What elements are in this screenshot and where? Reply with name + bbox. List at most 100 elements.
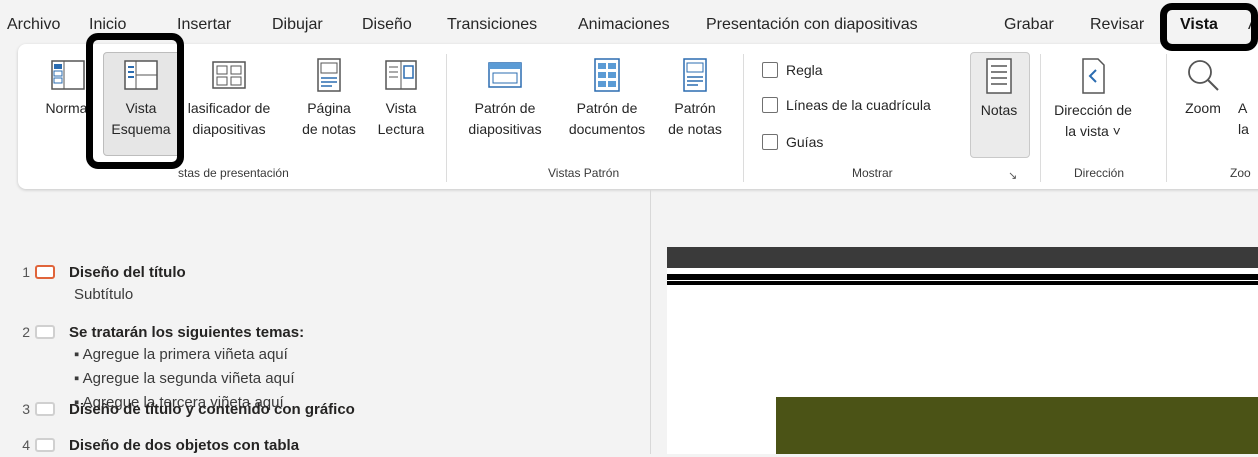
outline-slide-2[interactable]: 2 Se tratarán los siguientes temas: <box>0 320 304 344</box>
vista-esquema-label-2: Esquema <box>111 121 171 137</box>
tab-presentacion[interactable]: Presentación con diapositivas <box>706 16 918 34</box>
patron-notas-button[interactable]: Patrón de notas <box>660 58 730 140</box>
normal-view-button[interactable]: Normal <box>38 58 98 119</box>
zoom-button[interactable]: Zoom <box>1178 58 1228 119</box>
slide-number: 4 <box>22 437 30 453</box>
handout-master-icon <box>594 58 620 92</box>
tab-archivo[interactable]: Archivo <box>7 16 60 34</box>
patron-notas-label-1: Patrón <box>674 100 716 116</box>
notes-page-icon <box>317 58 341 92</box>
direccion-vista-button[interactable]: Dirección de la vista ˅ <box>1048 58 1138 142</box>
checkbox-box[interactable] <box>762 97 778 113</box>
bullet-item[interactable]: ▪ Agregue la segunda viñeta aquí <box>74 370 295 387</box>
tab-diseno[interactable]: Diseño <box>362 16 412 34</box>
tab-inicio[interactable]: Inicio <box>89 16 126 34</box>
outline-view-icon <box>124 60 158 90</box>
slide-subtitle[interactable]: Subtítulo <box>74 286 133 303</box>
slide-header-band <box>667 247 1258 268</box>
vista-lectura-button[interactable]: Vista Lectura <box>368 58 434 140</box>
slide-title[interactable]: Se tratarán los siguientes temas: <box>69 324 304 341</box>
notas-label: Notas <box>980 102 1018 118</box>
slide-thumbnail-icon[interactable] <box>35 265 55 279</box>
regla-checkbox[interactable]: Regla <box>762 62 823 78</box>
clasificador-button[interactable]: lasificador de diapositivas <box>179 58 279 140</box>
group-label-zoom: Zoo <box>1230 166 1251 180</box>
patron-diapositivas-label-1: Patrón de <box>474 100 536 116</box>
lineas-cuadricula-label: Líneas de la cuadrícula <box>786 97 931 113</box>
bullet-item[interactable]: ▪ Agregue la primera viñeta aquí <box>74 346 288 363</box>
group-label-mostrar: Mostrar <box>852 166 893 180</box>
tab-vista[interactable]: Vista <box>1180 16 1218 34</box>
slide-title[interactable]: Diseño de dos objetos con tabla <box>69 437 299 454</box>
clasificador-label-1: lasificador de <box>187 100 271 116</box>
reading-view-icon <box>385 60 417 90</box>
bullet-text: Agregue la segunda viñeta aquí <box>82 370 295 387</box>
slide-thumbnail-icon[interactable] <box>35 402 55 416</box>
ajustar-ventana-label-2: la <box>1238 121 1249 137</box>
slide-thumbnail-icon[interactable] <box>35 438 55 452</box>
group-separator <box>743 54 744 182</box>
outline-slide-4[interactable]: 4 Diseño de dos objetos con tabla <box>0 433 299 457</box>
slide-rule <box>667 281 1258 285</box>
notes-master-icon <box>683 58 707 92</box>
ribbon-panel: Normal Vista Esquema lasificador de diap… <box>18 44 1258 189</box>
normal-view-label: Normal <box>45 100 91 116</box>
group-separator <box>1040 54 1041 182</box>
regla-label: Regla <box>786 62 823 78</box>
guias-checkbox[interactable]: Guías <box>762 134 823 150</box>
tab-revisar[interactable]: Revisar <box>1090 16 1144 34</box>
patron-diapositivas-button[interactable]: Patrón de diapositivas <box>460 58 550 140</box>
bullet-text: Agregue la primera viñeta aquí <box>82 346 288 363</box>
ajustar-ventana-label-1: A <box>1238 100 1248 116</box>
patron-documentos-button[interactable]: Patrón de documentos <box>558 58 656 140</box>
ribbon-tabs: Archivo Inicio Insertar Dibujar Diseño T… <box>0 0 1258 44</box>
tab-animaciones[interactable]: Animaciones <box>578 16 670 34</box>
lineas-cuadricula-checkbox[interactable]: Líneas de la cuadrícula <box>762 97 931 113</box>
clasificador-label-2: diapositivas <box>192 121 266 137</box>
slide-title[interactable]: Diseño del título <box>69 264 186 281</box>
outline-pane[interactable]: 1 Diseño del título Subtítulo 2 Se trata… <box>0 248 650 454</box>
group-separator <box>446 54 447 182</box>
tab-overflow[interactable]: A <box>1248 16 1258 34</box>
patron-diapositivas-label-2: diapositivas <box>468 121 542 137</box>
slide-color-band <box>776 397 1258 454</box>
dialog-launcher-icon[interactable]: ↘ <box>1008 169 1017 182</box>
slide-thumbnail-icon[interactable] <box>35 325 55 339</box>
tab-insertar[interactable]: Insertar <box>177 16 231 34</box>
patron-documentos-label-1: Patrón de <box>576 100 638 116</box>
slide-number: 2 <box>22 324 30 340</box>
tab-transiciones[interactable]: Transiciones <box>447 16 537 34</box>
vista-esquema-button[interactable]: Vista Esquema <box>103 58 179 140</box>
vista-lectura-label-1: Vista <box>385 100 417 116</box>
notes-icon <box>986 58 1012 94</box>
patron-documentos-label-2: documentos <box>568 121 646 137</box>
checkbox-box[interactable] <box>762 134 778 150</box>
outline-slide-3[interactable]: 3 Diseño de título y contenido con gráfi… <box>0 397 355 421</box>
ajustar-ventana-button[interactable]: A la <box>1238 98 1258 140</box>
slide-preview[interactable] <box>667 247 1258 454</box>
slide-title[interactable]: Diseño de título y contenido con gráfico <box>69 401 355 418</box>
slide-master-icon <box>488 62 522 88</box>
slide-number: 3 <box>22 401 30 417</box>
guias-label: Guías <box>786 134 824 150</box>
direccion-vista-label-2: la vista ˅ <box>1065 123 1121 139</box>
outline-slide-1[interactable]: 1 Diseño del título <box>0 260 186 284</box>
tab-grabar[interactable]: Grabar <box>1004 16 1054 34</box>
zoom-magnifier-icon <box>1188 60 1219 91</box>
group-label-vistas-patron: Vistas Patrón <box>548 166 620 180</box>
patron-notas-label-2: de notas <box>668 121 722 137</box>
notas-button[interactable]: Notas <box>970 58 1028 121</box>
pagina-notas-button[interactable]: Página de notas <box>294 58 364 140</box>
vista-lectura-label-2: Lectura <box>377 121 425 137</box>
pagina-notas-label-2: de notas <box>302 121 356 137</box>
tab-dibujar[interactable]: Dibujar <box>272 16 323 34</box>
checkbox-box[interactable] <box>762 62 778 78</box>
slide-number: 1 <box>22 264 30 280</box>
view-direction-icon <box>1082 58 1105 94</box>
zoom-label: Zoom <box>1185 100 1221 116</box>
slide-sorter-icon <box>212 61 246 89</box>
group-separator <box>1166 54 1167 182</box>
group-label-vistas-presentacion: stas de presentación <box>178 166 289 180</box>
pane-divider[interactable] <box>650 190 651 454</box>
slide-rule <box>667 274 1258 280</box>
